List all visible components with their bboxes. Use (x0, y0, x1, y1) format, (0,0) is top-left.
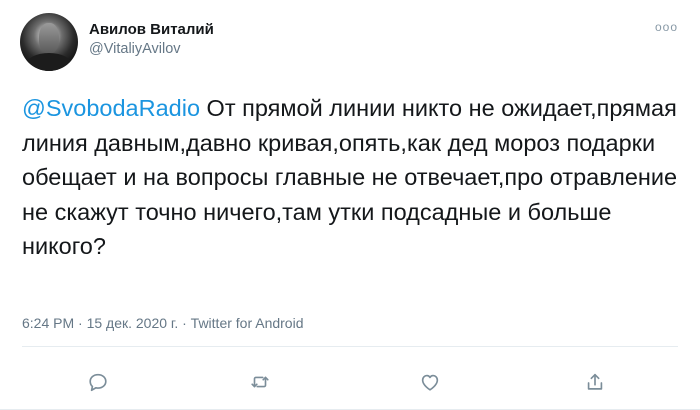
reply-icon (89, 373, 107, 392)
tweet-card: Авилов Виталий @VitaliyAvilov ooo @Svobo… (0, 0, 700, 410)
like-button[interactable] (412, 364, 448, 400)
action-bar (0, 364, 700, 400)
tweet-metadata[interactable]: 6:24 PM · 15 дек. 2020 г. · Twitter for … (22, 315, 304, 331)
author-handle[interactable]: @VitaliyAvilov (89, 41, 181, 57)
retweet-icon (251, 376, 269, 388)
retweet-button[interactable] (242, 364, 278, 400)
like-icon (421, 374, 439, 391)
mention-link[interactable]: @SvobodaRadio (22, 95, 200, 121)
avatar-face (39, 23, 59, 53)
avatar[interactable] (20, 13, 78, 71)
divider (22, 346, 678, 347)
share-button[interactable] (577, 364, 613, 400)
more-options-icon[interactable]: ooo (655, 20, 678, 34)
author-name[interactable]: Авилов Виталий (89, 21, 214, 38)
share-icon (587, 373, 603, 390)
avatar-shoulders (26, 53, 72, 71)
tweet-text: @SvobodaRadio От прямой линии никто не о… (22, 91, 682, 264)
reply-button[interactable] (80, 364, 116, 400)
